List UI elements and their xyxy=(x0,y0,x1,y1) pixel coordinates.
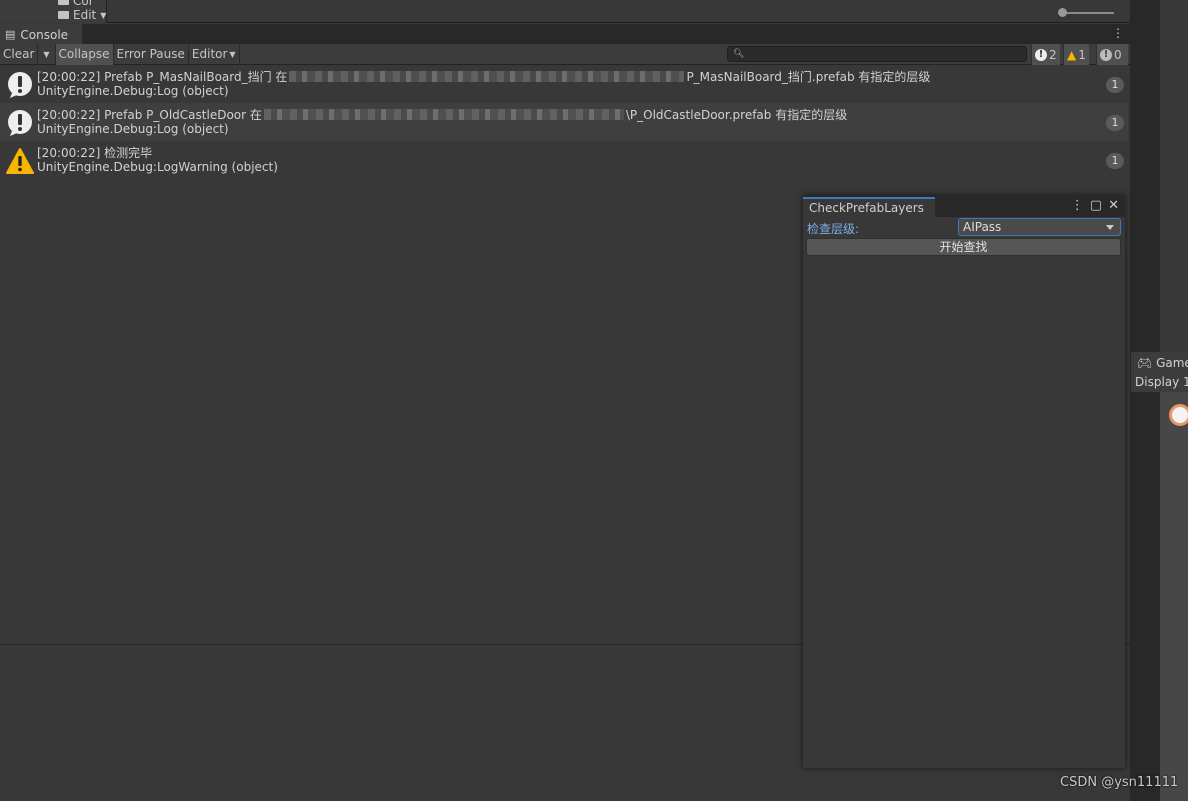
clear-options-dropdown[interactable]: ▼ xyxy=(38,43,56,65)
gamepad-icon: 🎮︎ xyxy=(1137,356,1153,370)
collapse-count-badge: 1 xyxy=(1106,153,1124,169)
start-search-button[interactable]: 开始查找 xyxy=(806,238,1121,256)
error-pause-toggle[interactable]: Error Pause xyxy=(114,43,189,65)
warning-triangle-icon xyxy=(6,148,34,174)
check-prefab-layers-window: CheckPrefabLayers ⋮ ▢ ✕ 检查层级: AIPass 开始查… xyxy=(803,195,1125,768)
tab-console[interactable]: ▤ Console xyxy=(0,24,82,45)
more-menu-icon[interactable]: ⋮ xyxy=(1071,198,1084,213)
entry-message: [20:00:22] Prefab P_OldCastleDoor 在 xyxy=(37,108,262,122)
layer-label: 检查层级: xyxy=(807,222,860,236)
watermark: CSDN @ysn11111 xyxy=(1060,775,1179,790)
icon-size-slider[interactable] xyxy=(1058,8,1114,17)
game-view xyxy=(1160,392,1188,801)
chevron-down-icon xyxy=(1106,225,1114,230)
clear-button[interactable]: Clear xyxy=(0,43,39,65)
log-entry[interactable]: [20:00:22] Prefab P_OldCastleDoor 在 \P_Ol… xyxy=(0,103,1128,141)
entry-message-end: \P_OldCastleDoor.prefab 有指定的层级 xyxy=(625,108,848,122)
info-bubble-icon xyxy=(8,72,32,98)
entry-message: [20:00:22] 检测完毕 xyxy=(37,146,153,160)
console-icon: ▤ xyxy=(5,28,16,41)
error-icon: ! xyxy=(1100,48,1112,61)
display-dropdown[interactable]: Display 1 xyxy=(1135,375,1188,389)
entry-stacktrace: UnityEngine.Debug:Log (object) xyxy=(37,84,229,98)
folder-icon xyxy=(58,0,69,5)
collapse-toggle[interactable]: Collapse xyxy=(55,43,114,65)
side-panel-gap xyxy=(1130,0,1160,801)
warning-count-toggle[interactable]: ▲ 1 xyxy=(1063,44,1089,65)
chevron-down-icon: ▼ xyxy=(229,49,236,59)
tab-strip xyxy=(0,24,1130,44)
folder-item[interactable]: Cor xyxy=(58,0,94,8)
search-input[interactable]: 🔍︎ xyxy=(727,46,1027,62)
slider-knob[interactable] xyxy=(1058,8,1067,17)
project-panel xyxy=(0,0,1130,23)
entry-message-end: P_MasNailBoard_挡门.prefab 有指定的层级 xyxy=(686,70,931,84)
redacted-path xyxy=(263,109,624,120)
entry-stacktrace: UnityEngine.Debug:Log (object) xyxy=(37,122,229,136)
error-count-toggle[interactable]: ! 0 xyxy=(1096,44,1128,65)
more-menu-icon[interactable]: ⋮ xyxy=(1112,26,1124,40)
warning-entry[interactable]: [20:00:22] 检测完毕 UnityEngine.Debug:LogWar… xyxy=(0,141,1128,179)
collapse-count-badge: 1 xyxy=(1106,77,1124,93)
layer-dropdown[interactable]: AIPass xyxy=(958,218,1121,236)
project-folder-tree: Cor Edit ▼ xyxy=(0,0,107,23)
log-count-toggle[interactable]: ! 2 xyxy=(1031,44,1060,65)
collapse-count-badge: 1 xyxy=(1106,115,1124,131)
entry-message: [20:00:22] Prefab P_MasNailBoard_挡门 在 xyxy=(37,70,288,84)
redacted-path xyxy=(289,71,685,82)
info-icon: ! xyxy=(1035,48,1047,61)
tab-check-prefab-layers[interactable]: CheckPrefabLayers xyxy=(803,197,935,217)
info-bubble-icon xyxy=(8,110,32,136)
dropdown-arrow-icon: ▼ xyxy=(100,10,107,20)
maximize-icon[interactable]: ▢ xyxy=(1090,198,1102,213)
log-entry[interactable]: [20:00:22] Prefab P_MasNailBoard_挡门 在 P_M… xyxy=(0,65,1128,103)
warning-icon: ▲ xyxy=(1067,47,1077,62)
tab-game[interactable]: 🎮︎ Game Display 1 xyxy=(1131,352,1188,392)
search-icon: 🔍︎ xyxy=(733,49,745,59)
close-icon[interactable]: ✕ xyxy=(1108,198,1119,213)
entry-stacktrace: UnityEngine.Debug:LogWarning (object) xyxy=(37,160,278,174)
editor-dropdown[interactable]: Editor ▼ xyxy=(189,43,240,65)
folder-item[interactable]: Edit ▼ xyxy=(58,8,106,22)
folder-icon xyxy=(58,11,69,19)
game-character-icon xyxy=(1169,404,1188,426)
